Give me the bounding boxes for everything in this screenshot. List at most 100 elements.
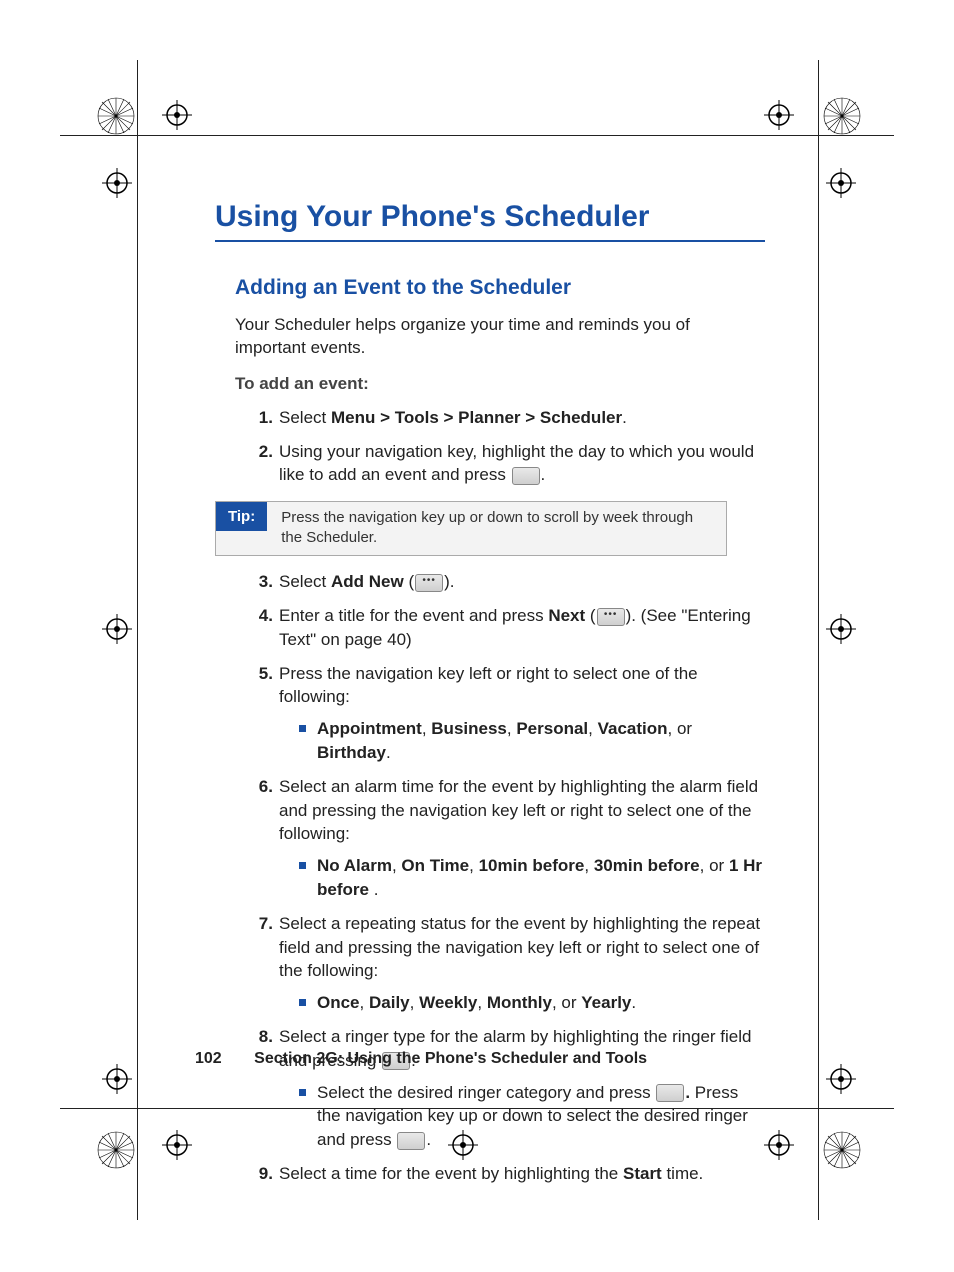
registration-mark-icon [764,100,794,130]
sunburst-icon [96,1130,136,1170]
sep: , [584,856,593,875]
sep: , [422,719,431,738]
step-text: ( [585,606,595,625]
sub-text: . [426,1130,431,1149]
option: 30min before [594,856,700,875]
softkey-dots-icon [415,574,443,592]
sep: , or [668,719,693,738]
sep: , [469,856,478,875]
step-text: time. [662,1164,704,1183]
option: Business [431,719,507,738]
step-5: Press the navigation key left or right t… [235,662,765,765]
step-9: Select a time for the event by highlight… [235,1162,765,1186]
option: Once [317,993,360,1012]
tip-label: Tip: [216,502,267,531]
lead-text: To add an event: [235,374,765,394]
sep: . [369,880,378,899]
option: Weekly [419,993,477,1012]
crop-line [818,60,819,1220]
step-text: Select a repeating status for the event … [279,914,760,981]
step-text: Select [279,408,331,427]
step-text: Enter a title for the event and press [279,606,548,625]
crop-line [137,60,138,1220]
next-label: Next [548,606,585,625]
option-row: No Alarm, On Time, 10min before, 30min b… [299,854,765,902]
step-text: . [541,465,546,484]
page-footer: 102 Section 2G: Using the Phone's Schedu… [195,1050,647,1068]
step-6: Select an alarm time for the event by hi… [235,775,765,902]
registration-mark-icon [826,614,856,644]
sep: , or [552,993,581,1012]
step-7-options: Once, Daily, Weekly, Monthly, or Yearly. [299,991,765,1015]
softkey-dots-icon [597,608,625,626]
step-8-sub: Select the desired ringer category and p… [299,1081,765,1152]
sub-text: Select the desired ringer category and p… [317,1083,655,1102]
option: Yearly [581,993,631,1012]
steps-list-continued: Select Add New (). Enter a title for the… [235,570,765,1186]
sunburst-icon [96,96,136,136]
title-rule [215,240,765,242]
step-text: ). [444,572,454,591]
registration-mark-icon [102,614,132,644]
option: Monthly [487,993,552,1012]
tip-box: Tip: Press the navigation key up or down… [215,501,727,556]
registration-mark-icon [826,168,856,198]
sub-row: Select the desired ringer category and p… [299,1081,765,1152]
menu-path: Menu > Tools > Planner > Scheduler [331,408,622,427]
registration-mark-icon [764,1130,794,1160]
sep: , or [700,856,729,875]
step-5-options: Appointment, Business, Personal, Vacatio… [299,717,765,765]
step-text: . [622,408,627,427]
sunburst-icon [822,1130,862,1170]
start-label: Start [623,1164,662,1183]
menu-key-icon [512,467,540,485]
menu-key-icon [656,1084,684,1102]
tip-text: Press the navigation key up or down to s… [267,502,726,555]
step-7: Select a repeating status for the event … [235,912,765,1015]
registration-mark-icon [102,1064,132,1094]
option-row: Appointment, Business, Personal, Vacatio… [299,717,765,765]
page-number: 102 [195,1050,222,1067]
steps-list: Select Menu > Tools > Planner > Schedule… [235,406,765,487]
option: 10min before [479,856,585,875]
menu-key-icon [397,1132,425,1150]
step-text: Select an alarm time for the event by hi… [279,777,758,844]
sep: , [507,719,516,738]
sunburst-icon [822,96,862,136]
sep: , [410,993,419,1012]
step-text: Select [279,572,331,591]
registration-mark-icon [826,1064,856,1094]
section-label: Section 2G: Using the Phone's Scheduler … [254,1050,647,1067]
page-content: Using Your Phone's Scheduler Adding an E… [215,200,765,1196]
crop-line [60,135,894,136]
option: Personal [516,719,588,738]
step-6-options: No Alarm, On Time, 10min before, 30min b… [299,854,765,902]
registration-mark-icon [162,100,192,130]
sep: . [386,743,391,762]
page-title: Using Your Phone's Scheduler [215,200,765,234]
option-row: Once, Daily, Weekly, Monthly, or Yearly. [299,991,765,1015]
registration-mark-icon [162,1130,192,1160]
sep: , [360,993,369,1012]
step-text: Select a time for the event by highlight… [279,1164,623,1183]
option: Daily [369,993,410,1012]
step-1: Select Menu > Tools > Planner > Schedule… [235,406,765,430]
step-8: Select a ringer type for the alarm by hi… [235,1025,765,1152]
intro-text: Your Scheduler helps organize your time … [235,314,765,360]
sep: . [631,993,636,1012]
section-heading: Adding an Event to the Scheduler [235,276,765,300]
step-4: Enter a title for the event and press Ne… [235,604,765,652]
step-text: ( [404,572,414,591]
option: No Alarm [317,856,392,875]
option: Vacation [598,719,668,738]
option: Appointment [317,719,422,738]
step-3: Select Add New (). [235,570,765,594]
registration-mark-icon [102,168,132,198]
step-text: Press the navigation key left or right t… [279,664,698,707]
option: On Time [401,856,469,875]
option: Birthday [317,743,386,762]
sep: , [392,856,401,875]
step-2: Using your navigation key, highlight the… [235,440,765,488]
add-new-label: Add New [331,572,404,591]
sep: , [477,993,486,1012]
